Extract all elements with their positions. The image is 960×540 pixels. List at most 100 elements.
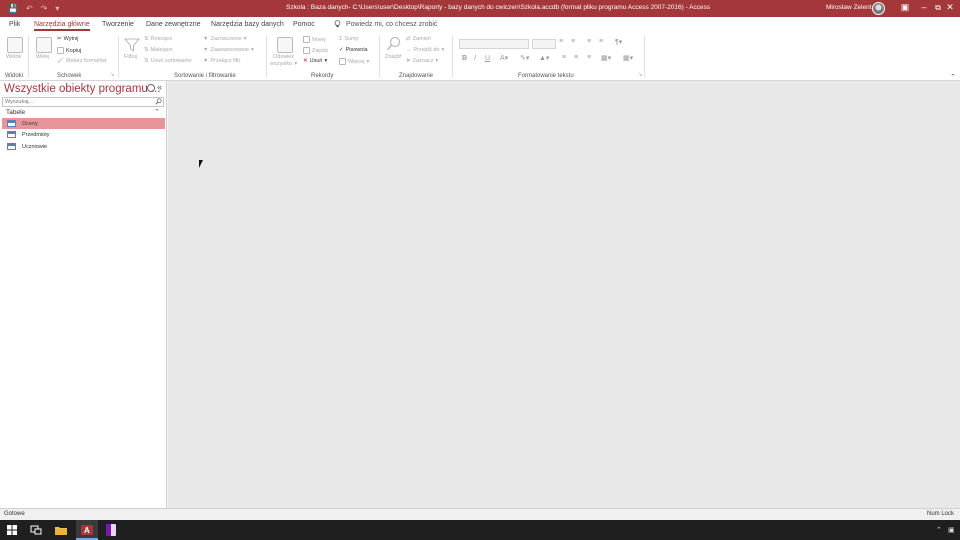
refresh-all-button[interactable]: Odśwież — [273, 54, 294, 60]
background-color-icon[interactable]: ▲▾ — [539, 54, 549, 62]
clipboard-launcher-icon[interactable]: ↘ — [110, 72, 115, 78]
more-label: Więcej — [348, 58, 365, 65]
selection-filter-icon: ▼ — [203, 36, 209, 42]
collapse-ribbon-icon[interactable]: ⌃ — [950, 73, 956, 81]
sort-descending-button[interactable]: ⇅ Malejąco — [144, 47, 173, 53]
customize-qat-icon[interactable]: ▾ — [55, 3, 59, 14]
tab-pomoc[interactable]: Pomoc — [293, 21, 315, 28]
title-bar: 💾 ↶ ↷ ▾ Szkola : Baza danych- C:\Users\u… — [0, 0, 960, 17]
font-size-combo[interactable] — [532, 39, 556, 49]
paragraph-direction-icon[interactable]: ¶▾ — [615, 38, 622, 46]
view-button[interactable]: Widok — [6, 54, 21, 60]
access-icon[interactable]: A — [80, 523, 94, 537]
tab-narzedzia-bazy-danych[interactable]: Narzędzia bazy danych — [211, 21, 284, 28]
separator — [118, 36, 119, 78]
format-painter-label: Malarz formatów — [65, 58, 107, 64]
advanced-button[interactable]: ▼ Zaawansowane ▾ — [203, 47, 254, 53]
toggle-filter-button[interactable]: ▼ Przełącz filtr — [203, 58, 240, 64]
document-workspace[interactable] — [168, 81, 960, 508]
avatar[interactable] — [872, 2, 885, 15]
paste-button[interactable]: Wklej — [36, 54, 49, 60]
view-icon — [7, 37, 23, 53]
tab-plik[interactable]: Plik — [9, 21, 20, 28]
undo-icon[interactable]: ↶ — [26, 3, 33, 14]
bullets-icon[interactable]: ≡ — [559, 38, 563, 45]
spelling-button[interactable]: ✓ Pisownia — [339, 47, 368, 53]
save-icon[interactable]: 💾 — [8, 3, 18, 14]
task-view-icon[interactable] — [29, 523, 43, 537]
collapse-section-icon[interactable]: ⌃ — [154, 108, 160, 116]
toggle-filter-label: Przełącz filtr — [210, 58, 241, 64]
font-name-combo[interactable] — [459, 39, 529, 49]
table-icon — [7, 131, 16, 138]
group-label-rekordy: Rekordy — [311, 73, 334, 79]
underline-icon[interactable]: U — [485, 55, 490, 62]
copy-icon — [57, 47, 64, 54]
text-format-launcher-icon[interactable]: ↘ — [638, 72, 643, 78]
select-button[interactable]: ➤ Zaznacz ▾ — [406, 58, 438, 64]
bold-icon[interactable]: B — [462, 55, 467, 62]
align-center-icon[interactable]: ≡ — [574, 54, 578, 61]
start-icon[interactable] — [5, 523, 19, 537]
tab-tworzenie[interactable]: Tworzenie — [102, 21, 134, 28]
redo-icon[interactable]: ↷ — [41, 3, 48, 14]
more-icon — [339, 58, 346, 65]
more-button[interactable]: Więcej ▾ — [339, 58, 369, 65]
copy-button[interactable]: Kopiuj — [57, 47, 81, 54]
user-name[interactable]: Miroslaw Zelent — [826, 4, 872, 11]
spelling-icon: ✓ — [339, 47, 344, 53]
separator — [644, 36, 645, 78]
dropdown-arrow-icon: ▾ — [435, 58, 439, 64]
file-explorer-icon[interactable] — [54, 523, 68, 537]
shutter-bar-icon[interactable]: « — [157, 82, 162, 92]
nav-item-uczniowie[interactable]: Uczniowie — [2, 141, 165, 152]
replace-button[interactable]: ⇄ Zamień — [406, 36, 431, 42]
sort-ascending-icon: ⇅ — [144, 36, 149, 42]
alternate-row-color-icon[interactable]: ▦▾ — [601, 54, 611, 62]
dropdown-arrow-icon: ▾ — [324, 58, 328, 64]
delete-record-button[interactable]: ✕ Usuń ▾ — [303, 58, 327, 64]
sort-ascending-button[interactable]: ⇅ Rosnąco — [144, 36, 172, 42]
align-left-icon[interactable]: ≡ — [562, 54, 566, 61]
font-color-icon[interactable]: A▾ — [500, 54, 508, 62]
tab-dane-zewnetrzne[interactable]: Dane zewnętrzne — [146, 21, 200, 28]
ribbon-display-options-icon[interactable]: ▣ — [898, 2, 912, 13]
totals-button[interactable]: Σ Sumy — [339, 36, 358, 42]
save-record-icon — [303, 47, 310, 54]
filter-button[interactable]: Filtruj — [124, 54, 137, 60]
nav-menu-icon[interactable] — [147, 84, 155, 92]
decrease-indent-icon[interactable]: ≡ — [587, 38, 591, 45]
tell-me-box[interactable]: Powiedz mi, co chcesz zrobić — [334, 20, 437, 28]
window-title: Szkola : Baza danych- C:\Users\user\Desk… — [286, 4, 711, 11]
cut-button[interactable]: ✂ Wytnij — [57, 36, 79, 42]
tray-chevron-icon[interactable]: ⌃ — [936, 526, 942, 534]
nav-pane-title[interactable]: Wszystkie obiekty programu ... — [4, 83, 161, 95]
delete-record-label: Usuń — [309, 58, 323, 64]
separator — [379, 36, 380, 78]
goto-button[interactable]: → Przejdź do ▾ — [406, 47, 444, 53]
close-button[interactable]: ✕ — [943, 2, 957, 13]
align-right-icon[interactable]: ≡ — [587, 54, 591, 61]
remove-sort-button[interactable]: ⇅ Usuń sortowanie — [144, 58, 192, 64]
notifications-icon[interactable]: ▣ — [948, 526, 955, 534]
save-record-button[interactable]: Zapisz — [303, 47, 328, 54]
nav-item-oceny[interactable]: Oceny — [2, 118, 165, 129]
new-record-button[interactable]: Nowy — [303, 36, 326, 43]
search-icon[interactable] — [155, 98, 162, 105]
italic-icon[interactable]: I — [474, 55, 476, 62]
nav-item-przedmioty[interactable]: Przedmioty — [2, 129, 165, 140]
find-button[interactable]: Znajdź — [385, 54, 402, 60]
onenote-icon[interactable] — [104, 523, 118, 537]
nav-section-tables[interactable]: Tabele — [6, 109, 25, 116]
dropdown-arrow-icon: ▾ — [366, 58, 370, 65]
minimize-button[interactable]: – — [917, 2, 931, 13]
format-painter-button[interactable]: 🖌 Malarz formatów — [57, 58, 107, 64]
sort-descending-label: Malejąco — [150, 47, 173, 53]
tab-narzedzia-glowne[interactable]: Narzędzia główne — [34, 21, 90, 31]
gridlines-icon[interactable]: ▦▾ — [623, 54, 633, 62]
nav-search-input[interactable] — [3, 98, 153, 106]
highlight-icon[interactable]: ✎▾ — [520, 54, 529, 62]
increase-indent-icon[interactable]: ≡ — [599, 38, 603, 45]
selection-button[interactable]: ▼ Zaznaczenie ▾ — [203, 36, 246, 42]
numbering-icon[interactable]: ≡ — [571, 38, 575, 45]
